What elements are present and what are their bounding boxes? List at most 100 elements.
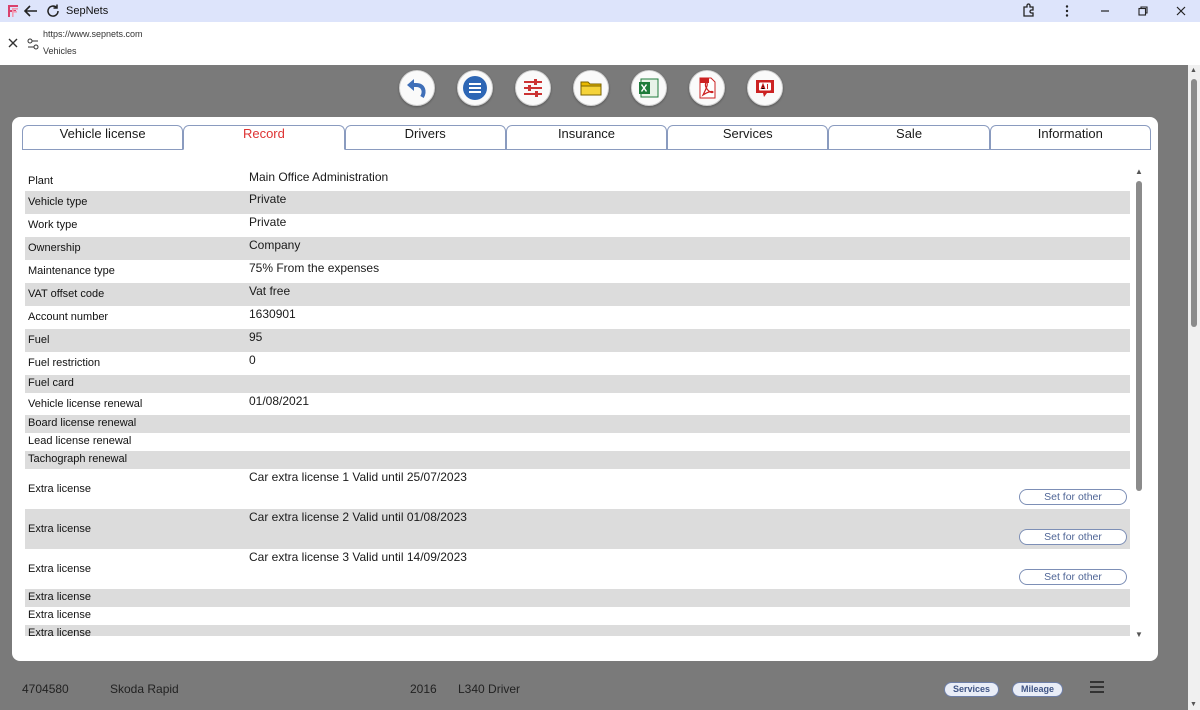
field-label: Vehicle type — [28, 196, 88, 208]
list-item: Board license renewal — [25, 415, 1130, 433]
set-for-other-button[interactable]: Set for other — [1019, 569, 1127, 585]
tab-record[interactable]: Record — [183, 125, 345, 150]
site-settings-icon[interactable] — [26, 37, 40, 51]
pdf-export-button[interactable] — [689, 70, 725, 106]
excel-export-button[interactable] — [631, 70, 667, 106]
field-label: VAT offset code — [28, 288, 105, 300]
list-item: Lead license renewal — [25, 433, 1130, 451]
tab-bar: Vehicle license Record Drivers Insurance Ser… — [22, 125, 1151, 150]
field-value: 0 — [249, 353, 256, 367]
row-menu-icon[interactable] — [1090, 681, 1104, 693]
list-item: Work type Private — [25, 214, 1130, 237]
list-item: Maintenance type 75% From the expenses — [25, 260, 1130, 283]
field-value: Car extra license 3 Valid until 14/09/20… — [249, 550, 467, 564]
list-item: Tachograph renewal — [25, 451, 1130, 469]
list-item: Extra license — [25, 589, 1130, 607]
extensions-icon[interactable] — [1010, 0, 1048, 22]
services-button[interactable]: Services — [944, 682, 1000, 697]
folder-button[interactable] — [573, 70, 609, 106]
field-label: Work type — [28, 219, 78, 231]
field-value: Company — [249, 238, 301, 252]
field-label: Fuel restriction — [28, 357, 101, 369]
page-name: Vehicles — [43, 46, 77, 56]
tab-sale[interactable]: Sale — [828, 125, 990, 150]
list-item: Extra license Car extra license 3 Valid u… — [25, 549, 1130, 589]
tab-information[interactable]: Information — [989, 125, 1151, 150]
list-item: Plant Main Office Administration — [25, 169, 1130, 191]
field-value: 1630901 — [249, 307, 296, 321]
field-label: Board license renewal — [28, 417, 137, 429]
back-button[interactable] — [399, 70, 435, 106]
field-label: Plant — [28, 175, 54, 187]
tab-vehicle-license[interactable]: Vehicle license — [22, 125, 184, 150]
address-bar: https://www.sepnets.com Vehicles — [0, 22, 1200, 65]
field-value: Private — [249, 192, 287, 206]
restore-icon[interactable] — [1124, 0, 1162, 22]
folder-icon — [580, 81, 602, 96]
settings-sliders-icon — [524, 79, 542, 97]
vehicle-id: 4704580 — [22, 682, 69, 696]
field-value: Main Office Administration — [249, 170, 389, 184]
settings-button[interactable] — [515, 70, 551, 106]
field-value: 01/08/2021 — [249, 394, 310, 408]
mileage-button[interactable]: Mileage — [1012, 682, 1064, 697]
tab-drivers[interactable]: Drivers — [344, 125, 506, 150]
list-item: Extra license Car extra license 1 Valid u… — [25, 469, 1130, 509]
record-panel: Vehicle license Record Drivers Insurance Ser… — [12, 117, 1158, 661]
pdf-icon — [699, 77, 716, 99]
field-value: Private — [249, 215, 287, 229]
url-text[interactable]: https://www.sepnets.com — [43, 29, 143, 39]
field-label: Maintenance type — [28, 265, 115, 277]
list-button[interactable] — [457, 70, 493, 106]
field-label: Tachograph renewal — [28, 453, 128, 465]
scroll-up-icon[interactable]: ▲ — [1135, 167, 1143, 176]
field-label: Extra license — [28, 591, 91, 603]
list-item: Extra license Car extra license 2 Valid u… — [25, 509, 1130, 549]
field-label: Extra license — [28, 627, 91, 636]
field-value: Vat free — [249, 284, 291, 298]
close-window-icon[interactable] — [1162, 0, 1200, 22]
field-value: 95 — [249, 330, 263, 344]
field-label: Extra license — [28, 609, 91, 621]
close-icon[interactable] — [6, 36, 20, 50]
list-item: Fuel restriction 0 — [25, 352, 1130, 375]
table-row[interactable]: 4704580 Skoda Rapid 2016 L340 Driver Ser… — [14, 676, 1154, 702]
field-value: Car extra license 1 Valid until 25/07/20… — [249, 470, 467, 484]
page-scrollbar[interactable]: ▲ ▼ — [1188, 65, 1200, 710]
field-label: Fuel card — [28, 377, 74, 389]
list-icon — [463, 76, 487, 100]
toolbar — [399, 70, 783, 106]
list-item: Vehicle type Private — [25, 191, 1130, 214]
list-item: Vehicle license renewal 01/08/2021 — [25, 393, 1130, 415]
field-label: Extra license — [28, 523, 91, 535]
app-title: SepNets — [66, 5, 109, 17]
reload-icon[interactable] — [42, 0, 64, 22]
vehicle-year: 2016 — [410, 682, 437, 696]
record-list: Plant Main Office Administration Vehicle t… — [25, 169, 1130, 636]
field-label: Extra license — [28, 563, 91, 575]
scroll-down-icon[interactable]: ▼ — [1135, 630, 1143, 639]
set-for-other-button[interactable]: Set for other — [1019, 489, 1127, 505]
tab-insurance[interactable]: Insurance — [505, 125, 668, 150]
excel-icon — [639, 78, 659, 98]
record-scroll-thumb[interactable] — [1136, 181, 1142, 491]
ai-assistant-button[interactable] — [747, 70, 783, 106]
list-item: Account number 1630901 — [25, 306, 1130, 329]
page-scroll-thumb[interactable] — [1191, 79, 1197, 327]
scroll-down-icon[interactable]: ▼ — [1190, 701, 1197, 708]
scroll-up-icon[interactable]: ▲ — [1190, 67, 1197, 74]
more-menu-icon[interactable] — [1048, 0, 1086, 22]
field-label: Extra license — [28, 483, 91, 495]
list-item: Extra license — [25, 607, 1130, 625]
field-label: Fuel — [28, 334, 50, 346]
list-item: Fuel 95 — [25, 329, 1130, 352]
record-scrollbar[interactable]: ▲ ▼ — [1134, 167, 1144, 639]
set-for-other-button[interactable]: Set for other — [1019, 529, 1127, 545]
field-label: Lead license renewal — [28, 435, 132, 447]
app-logo-icon — [6, 4, 20, 18]
back-icon — [407, 79, 426, 99]
field-value: 75% From the expenses — [249, 261, 380, 275]
minimize-icon[interactable] — [1086, 0, 1124, 22]
back-arrow-icon[interactable] — [20, 0, 42, 22]
tab-services[interactable]: Services — [667, 125, 829, 150]
